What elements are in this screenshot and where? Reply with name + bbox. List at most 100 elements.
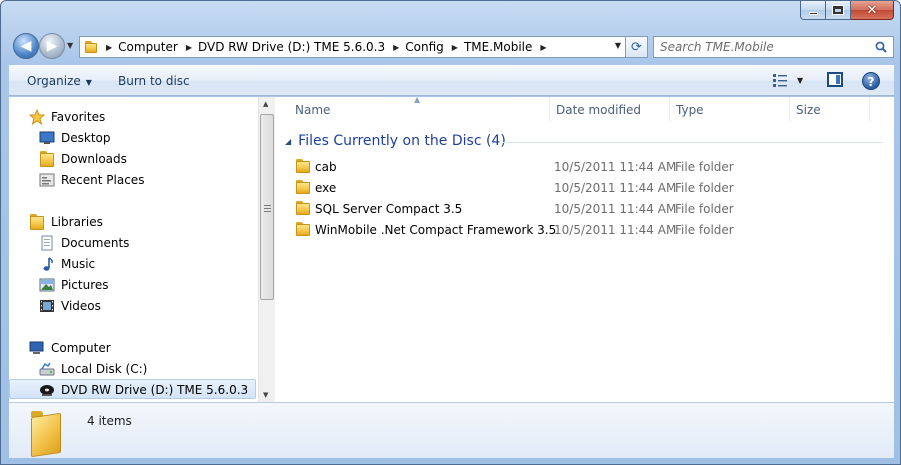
refresh-icon: ⟳ — [631, 39, 642, 55]
search-icon[interactable] — [875, 41, 887, 53]
breadcrumb-computer[interactable]: Computer — [118, 40, 178, 54]
nav-label: Computer — [51, 341, 111, 355]
breadcrumb-separator-icon[interactable]: ▶ — [393, 43, 399, 52]
group-divider — [503, 142, 883, 143]
breadcrumb-separator-icon[interactable]: ▶ — [452, 43, 458, 52]
folder-icon — [295, 159, 311, 173]
address-dropdown-icon[interactable]: ▼ — [615, 41, 621, 50]
more-options-icon[interactable]: ▼ — [797, 76, 803, 85]
details-pane: 4 items — [9, 402, 894, 458]
nav-favorites[interactable]: Favorites — [29, 107, 105, 127]
organize-label: Organize — [27, 74, 81, 88]
group-header[interactable]: ◢ Files Currently on the Disc (4) — [285, 133, 506, 149]
preview-pane-icon[interactable] — [827, 72, 843, 87]
file-list: ▲ Name Date modified Type Size ◢ Files C… — [275, 95, 894, 402]
navigation-bar: ◀ ▶ ▼ ▶ Computer ▶ DVD RW Drive (D:) TME… — [9, 31, 894, 61]
file-name: cab — [315, 160, 337, 174]
table-row[interactable]: exe 10/5/2011 11:44 AM File folder — [295, 178, 885, 198]
column-header-type[interactable]: Type — [670, 97, 790, 121]
burn-to-disc-button[interactable]: Burn to disc — [118, 74, 190, 88]
recent-places-icon — [39, 173, 55, 187]
nav-desktop[interactable]: Desktop — [39, 128, 111, 148]
explorer-window: ✕ ◀ ▶ ▼ ▶ Computer ▶ DVD RW Drive (D:) T… — [0, 0, 901, 465]
videos-icon — [40, 300, 54, 312]
nav-videos[interactable]: Videos — [39, 296, 101, 316]
collapse-icon: ◢ — [285, 136, 292, 146]
downloads-icon — [39, 151, 55, 167]
file-date: 10/5/2011 11:44 AM — [554, 160, 677, 174]
column-header-size[interactable]: Size — [790, 97, 870, 121]
close-button[interactable]: ✕ — [851, 1, 894, 20]
file-date: 10/5/2011 11:44 AM — [554, 202, 677, 216]
nav-label: Documents — [61, 236, 130, 250]
back-button[interactable]: ◀ — [13, 33, 39, 59]
table-row[interactable]: cab 10/5/2011 11:44 AM File folder — [295, 157, 885, 177]
nav-label: Libraries — [51, 215, 103, 229]
folder-icon — [84, 41, 98, 53]
nav-libraries[interactable]: Libraries — [29, 212, 103, 232]
scrollbar-thumb[interactable] — [260, 114, 274, 300]
nav-downloads[interactable]: Downloads — [39, 149, 127, 169]
file-type: File folder — [675, 202, 734, 216]
scroll-down-icon[interactable]: ▼ — [263, 391, 268, 399]
address-bar[interactable]: ▶ Computer ▶ DVD RW Drive (D:) TME 5.6.0… — [79, 36, 626, 58]
command-bar: Organize ▼ Burn to disc ▼ ? — [9, 65, 894, 96]
column-header-date-modified[interactable]: Date modified — [550, 97, 670, 121]
column-header-name[interactable]: Name — [289, 97, 550, 121]
grip-icon — [264, 205, 271, 212]
nav-music[interactable]: Music — [39, 254, 95, 274]
help-icon[interactable]: ? — [862, 72, 880, 90]
nav-label: Pictures — [61, 278, 109, 292]
documents-icon — [41, 235, 53, 251]
maximize-button[interactable] — [826, 1, 851, 20]
file-type: File folder — [675, 160, 734, 174]
maximize-icon — [832, 5, 844, 15]
file-name: exe — [315, 181, 337, 195]
minimize-icon — [808, 11, 818, 15]
pictures-icon — [39, 278, 55, 292]
navigation-pane: Favorites Desktop Downloads Recent Place… — [9, 97, 258, 402]
breadcrumb-dvd-drive[interactable]: DVD RW Drive (D:) TME 5.6.0.3 — [198, 40, 385, 54]
scroll-up-icon[interactable]: ▲ — [263, 100, 268, 108]
folder-icon — [29, 409, 63, 455]
breadcrumb-separator-icon[interactable]: ▶ — [186, 43, 192, 52]
nav-label: Music — [61, 257, 96, 271]
star-icon — [29, 109, 45, 125]
main-area: Favorites Desktop Downloads Recent Place… — [9, 95, 894, 402]
file-name: WinMobile .Net Compact Framework 3.5 — [315, 223, 557, 237]
nav-dvd-drive[interactable]: DVD RW Drive (D:) TME 5.6.0.3 — [39, 380, 248, 400]
breadcrumb-tme-mobile[interactable]: TME.Mobile — [464, 40, 532, 54]
forward-arrow-icon: ▶ — [46, 38, 58, 54]
folder-icon — [295, 180, 311, 194]
folder-icon — [295, 201, 311, 215]
breadcrumb-config[interactable]: Config — [405, 40, 444, 54]
change-view-icon[interactable] — [773, 74, 787, 87]
recent-pages-dropdown[interactable]: ▼ — [67, 41, 75, 50]
nav-pictures[interactable]: Pictures — [39, 275, 109, 295]
nav-local-disk[interactable]: Local Disk (C:) — [39, 359, 147, 379]
nav-label: DVD RW Drive (D:) TME 5.6.0.3 — [61, 383, 249, 397]
breadcrumb-separator-icon[interactable]: ▶ — [540, 43, 546, 52]
table-row[interactable]: SQL Server Compact 3.5 10/5/2011 11:44 A… — [295, 199, 885, 219]
nav-label: Recent Places — [61, 173, 145, 187]
libraries-icon — [29, 214, 45, 230]
table-row[interactable]: WinMobile .Net Compact Framework 3.5 10/… — [295, 220, 885, 240]
search-input[interactable] — [660, 40, 870, 54]
nav-documents[interactable]: Documents — [39, 233, 129, 253]
organize-button[interactable]: Organize ▼ — [27, 74, 92, 88]
close-icon: ✕ — [866, 2, 878, 18]
nav-recent-places[interactable]: Recent Places — [39, 170, 144, 190]
breadcrumb-separator-icon[interactable]: ▶ — [106, 43, 112, 52]
file-date: 10/5/2011 11:44 AM — [554, 181, 677, 195]
navigation-scrollbar[interactable]: ▲ ▼ — [258, 97, 275, 402]
forward-button[interactable]: ▶ — [39, 33, 65, 59]
file-date: 10/5/2011 11:44 AM — [554, 223, 677, 237]
minimize-button[interactable] — [800, 1, 826, 20]
chevron-down-icon: ▼ — [85, 78, 92, 87]
nav-label: Videos — [61, 299, 101, 313]
nav-label: Downloads — [61, 152, 127, 166]
item-count: 4 items — [87, 414, 132, 428]
file-type: File folder — [675, 223, 734, 237]
nav-computer[interactable]: Computer — [29, 338, 111, 358]
refresh-button[interactable]: ⟳ — [626, 36, 648, 58]
